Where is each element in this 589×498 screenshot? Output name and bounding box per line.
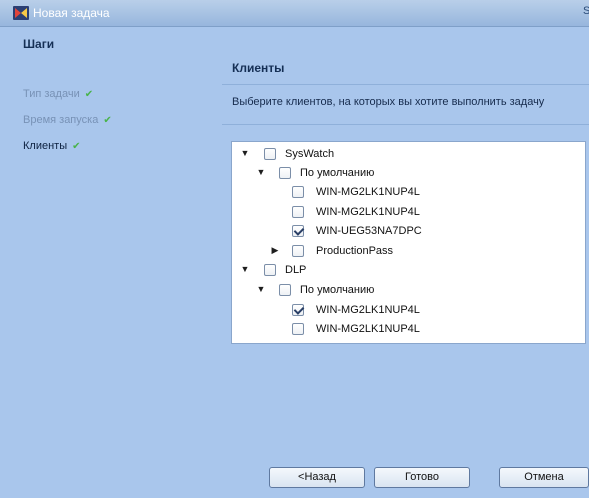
tree-checkbox[interactable] [279, 167, 291, 179]
tree-checkbox[interactable] [292, 323, 304, 335]
check-icon: ✔ [103, 115, 112, 126]
divider [222, 84, 589, 85]
back-button[interactable]: <Назад [269, 467, 365, 488]
tree-checkbox[interactable] [279, 284, 291, 296]
check-icon: ✔ [72, 141, 81, 152]
tree-node-label: ProductionPass [316, 245, 394, 257]
tree-checkbox[interactable] [292, 206, 304, 218]
tree-node-label: По умолчанию [300, 284, 375, 296]
page-description: Выберите клиентов, на которых вы хотите … [232, 96, 545, 108]
check-icon: ✔ [84, 89, 94, 100]
tree-checkbox-checked[interactable] [292, 304, 304, 316]
tree-checkbox[interactable] [292, 245, 304, 257]
tree-node-label: SysWatch [285, 148, 335, 160]
tree-checkbox[interactable] [264, 264, 276, 276]
tree-node-label: DLP [285, 264, 307, 276]
tree-node-label: WIN-UEG53NA7DPC [316, 225, 422, 237]
tree-node-label: WIN-MG2LK1NUP4L [316, 186, 420, 198]
cancel-button[interactable]: Отмена [499, 467, 589, 488]
divider [222, 124, 589, 125]
steps-heading: Шаги [23, 37, 55, 51]
expand-down-icon[interactable]: ▼ [256, 167, 266, 177]
page-title: Клиенты [232, 61, 285, 75]
title-bar: Новая задача S [0, 0, 589, 27]
tree-node-label: WIN-MG2LK1NUP4L [316, 206, 420, 218]
expand-down-icon[interactable]: ▼ [256, 284, 266, 294]
step-clients[interactable]: Клиенты ✔ [23, 140, 81, 152]
step-label: Тип задачи [23, 88, 80, 100]
step-task-type[interactable]: Тип задачи ✔ [23, 88, 93, 100]
done-button[interactable]: Готово [374, 467, 470, 488]
tree-node-label: WIN-MG2LK1NUP4L [316, 323, 420, 335]
tree-checkbox[interactable] [292, 186, 304, 198]
tree-node-label: По умолчанию [300, 167, 375, 179]
step-start-time[interactable]: Время запуска ✔ [23, 114, 112, 126]
expand-down-icon[interactable]: ▼ [240, 264, 250, 274]
expand-right-icon[interactable]: ▶ [270, 245, 280, 256]
step-label: Время запуска [23, 114, 99, 126]
tree-checkbox[interactable] [264, 148, 276, 160]
window-title: Новая задача [33, 6, 110, 20]
clients-tree[interactable]: ▼ SysWatch ▼ По умолчанию WIN-MG2LK1NUP4… [231, 141, 586, 344]
expand-down-icon[interactable]: ▼ [240, 148, 250, 158]
window-title-fragment: S [583, 5, 589, 17]
tree-node-label: WIN-MG2LK1NUP4L [316, 304, 420, 316]
app-logo-icon [13, 6, 29, 20]
step-label: Клиенты [23, 140, 68, 152]
tree-checkbox-checked[interactable] [292, 225, 304, 237]
